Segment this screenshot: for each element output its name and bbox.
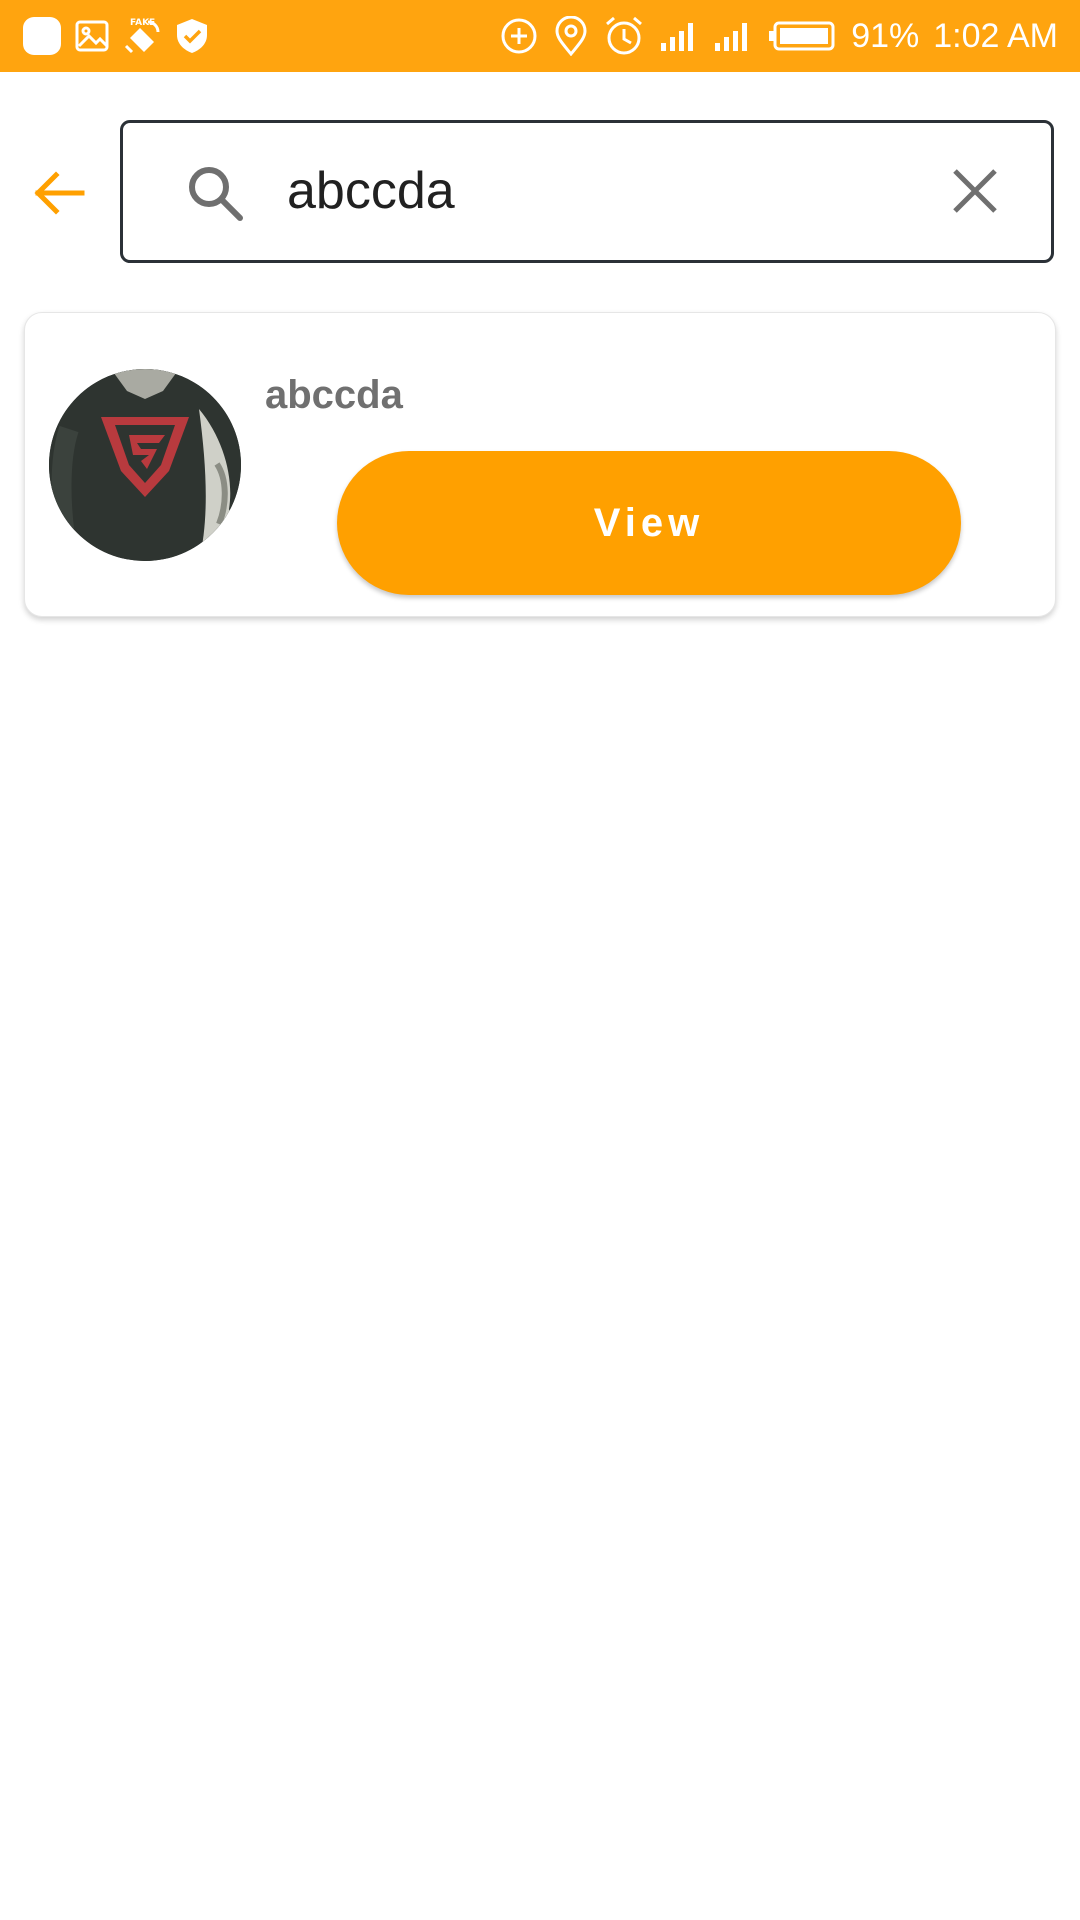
back-button[interactable] xyxy=(26,160,92,226)
arrow-back-icon xyxy=(34,171,85,215)
battery-percent: 91% xyxy=(851,16,920,55)
view-button[interactable]: View xyxy=(337,451,961,595)
clock-time: 1:02 AM xyxy=(933,16,1058,55)
shield-check-icon xyxy=(174,17,210,55)
superman-shirt-avatar xyxy=(49,369,241,561)
close-icon xyxy=(953,169,997,213)
search-input[interactable] xyxy=(287,145,847,237)
signal-icon xyxy=(659,21,699,51)
search-box[interactable] xyxy=(120,120,1054,263)
username-label: abccda xyxy=(265,373,403,417)
fake-gps-icon: FAKE xyxy=(122,16,162,56)
app-notification-icon xyxy=(22,16,62,56)
status-bar-left: FAKE xyxy=(22,16,222,56)
battery-icon xyxy=(767,20,837,52)
clear-search-button[interactable] xyxy=(949,165,1001,222)
signal-icon xyxy=(713,21,753,51)
data-saver-icon xyxy=(499,16,539,56)
alarm-icon xyxy=(603,15,645,57)
status-bar-right: 91% 1:02 AM xyxy=(499,15,1058,57)
search-icon xyxy=(185,163,245,228)
user-result-card: abccda View xyxy=(24,312,1056,617)
image-icon xyxy=(74,18,110,54)
status-bar: FAKE 91% 1:02 AM xyxy=(0,0,1080,72)
location-icon xyxy=(553,16,589,56)
avatar[interactable] xyxy=(49,369,241,561)
